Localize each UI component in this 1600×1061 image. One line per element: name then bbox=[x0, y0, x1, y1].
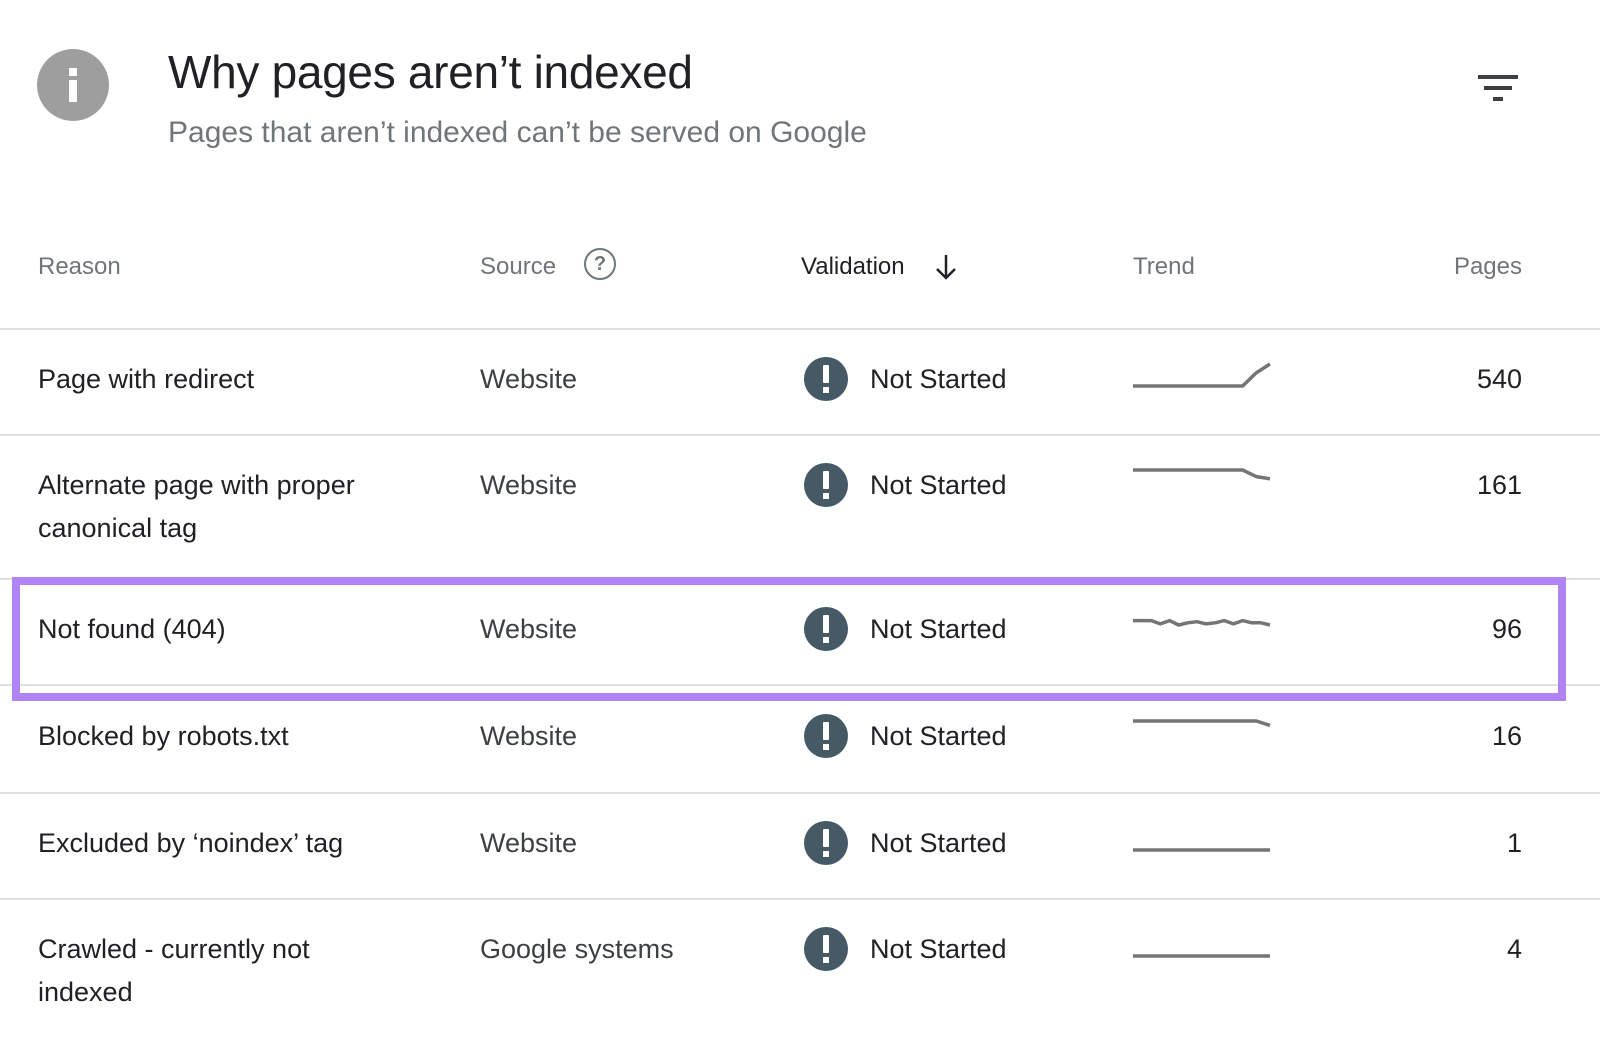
validation-status: Not Started bbox=[870, 721, 1007, 751]
pages-count: 16 bbox=[1491, 721, 1522, 751]
pages-count: 540 bbox=[1476, 364, 1522, 394]
page-title: Why pages aren’t indexed bbox=[168, 46, 693, 98]
page-subtitle: Pages that aren’t indexed can’t be serve… bbox=[168, 116, 867, 149]
sparkline-svg bbox=[1133, 468, 1271, 481]
column-header-reason[interactable]: Reason bbox=[38, 252, 121, 282]
column-header-source[interactable]: Source bbox=[480, 252, 556, 282]
sparkline-path bbox=[1133, 468, 1271, 481]
sparkline-path bbox=[1133, 719, 1271, 728]
card-header: Why pages aren’t indexed Pages that aren… bbox=[0, 0, 1600, 200]
pages-count: 1 bbox=[1506, 828, 1522, 858]
reason-cell: Page with redirect bbox=[38, 364, 255, 394]
sparkline-svg bbox=[1133, 362, 1271, 388]
filter-list-icon bbox=[1478, 75, 1518, 79]
help-icon[interactable]: ? bbox=[584, 248, 616, 280]
trend-sparkline bbox=[1130, 608, 1275, 648]
sparkline-path bbox=[1133, 618, 1271, 627]
validation-status: Not Started bbox=[870, 364, 1007, 394]
source-cell: Website bbox=[480, 614, 578, 644]
table-header: Reason Source ? Validation Trend Pages bbox=[0, 210, 1600, 330]
warning-icon bbox=[804, 927, 848, 971]
pages-count: 161 bbox=[1476, 470, 1522, 500]
sparkline-svg bbox=[1133, 848, 1270, 852]
warning-icon bbox=[804, 714, 848, 758]
trend-sparkline bbox=[1130, 358, 1275, 398]
trend-sparkline bbox=[1130, 928, 1275, 968]
source-cell: Website bbox=[480, 470, 578, 500]
arrow-down-icon[interactable] bbox=[932, 252, 960, 282]
sparkline-svg bbox=[1133, 719, 1271, 728]
sparkline-svg bbox=[1133, 618, 1271, 627]
reason-cell: Blocked by robots.txt bbox=[38, 721, 289, 751]
validation-status: Not Started bbox=[870, 470, 1007, 500]
validation-status: Not Started bbox=[870, 934, 1007, 964]
warning-icon bbox=[804, 821, 848, 865]
source-cell: Website bbox=[480, 828, 578, 858]
validation-status: Not Started bbox=[870, 614, 1007, 644]
trend-sparkline bbox=[1130, 464, 1275, 504]
warning-icon bbox=[804, 607, 848, 651]
pages-count: 4 bbox=[1506, 934, 1522, 964]
reason-cell: Alternate page with proper canonical tag bbox=[38, 470, 355, 543]
reason-cell: Excluded by ‘noindex’ tag bbox=[38, 828, 344, 858]
sparkline-svg bbox=[1133, 954, 1270, 958]
column-header-pages[interactable]: Pages bbox=[1454, 252, 1522, 282]
reason-cell: Crawled - currently not indexed bbox=[38, 934, 310, 1007]
source-cell: Website bbox=[480, 721, 578, 751]
pages-count: 96 bbox=[1491, 614, 1522, 644]
column-header-trend: Trend bbox=[1133, 253, 1195, 280]
table-row[interactable]: Page with redirect Website Not Started 540 bbox=[0, 330, 1600, 436]
table-row[interactable]: Excluded by ‘noindex’ tag Website Not Star… bbox=[0, 794, 1600, 900]
source-cell: Website bbox=[480, 364, 578, 394]
table-row[interactable]: Not found (404) Website Not Started 96 bbox=[0, 580, 1600, 686]
filter-button[interactable] bbox=[1470, 68, 1526, 112]
sparkline-path bbox=[1133, 362, 1271, 388]
source-cell: Google systems bbox=[480, 934, 674, 964]
table-row[interactable]: Alternate page with proper canonical tag… bbox=[0, 436, 1600, 580]
warning-icon bbox=[804, 463, 848, 507]
table-row[interactable]: Blocked by robots.txt Website Not Started 1… bbox=[0, 690, 1600, 794]
info-icon bbox=[37, 49, 109, 121]
warning-icon bbox=[804, 357, 848, 401]
trend-sparkline bbox=[1130, 822, 1275, 862]
trend-sparkline bbox=[1130, 715, 1275, 755]
table-row[interactable]: Crawled - currently not indexed Google sy… bbox=[0, 900, 1600, 1061]
column-header-validation[interactable]: Validation bbox=[801, 252, 905, 282]
reason-cell: Not found (404) bbox=[38, 614, 226, 644]
validation-status: Not Started bbox=[870, 828, 1007, 858]
